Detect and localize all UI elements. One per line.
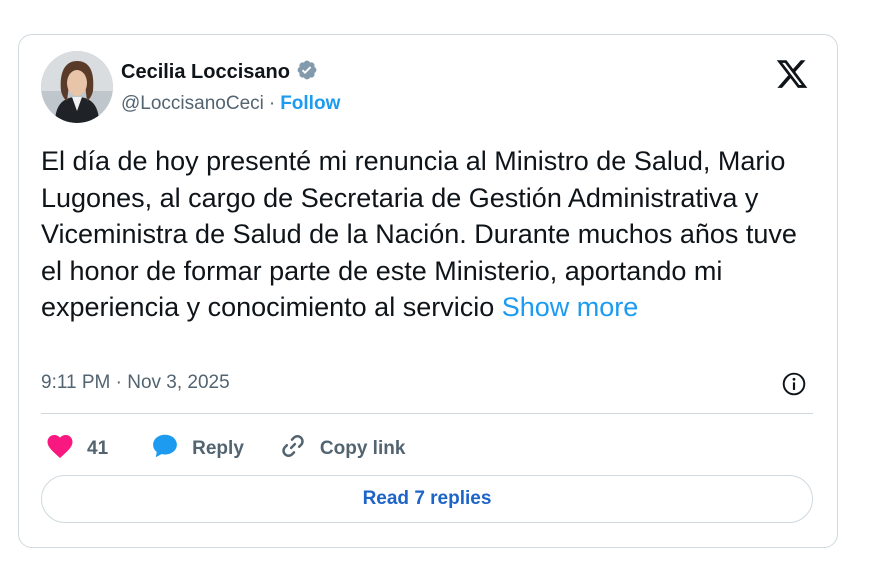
copy-link-button[interactable]: Copy link (278, 431, 406, 467)
avatar[interactable] (41, 51, 113, 123)
separator-dot: · (268, 93, 276, 114)
author-handle[interactable]: @LoccisanoCeci (121, 93, 264, 115)
reply-label: Reply (192, 438, 244, 459)
reply-button[interactable]: Reply (150, 431, 244, 467)
copy-link-label: Copy link (319, 438, 406, 459)
tweet-text: El día de hoy presenté mi renuncia al Mi… (41, 143, 821, 326)
read-replies-button[interactable]: Read 7 replies (41, 475, 813, 523)
like-button[interactable]: 41 (45, 431, 108, 467)
heart-icon (45, 431, 75, 467)
like-count: 41 (87, 438, 109, 459)
divider (41, 413, 813, 414)
author-name-row: Cecilia Loccisano (121, 59, 318, 86)
read-replies-label: Read 7 replies (362, 488, 492, 509)
verified-badge-icon (296, 59, 318, 86)
show-more-link[interactable]: Show more (502, 292, 639, 322)
follow-button[interactable]: Follow (280, 93, 340, 115)
tweet-body: El día de hoy presenté mi renuncia al Mi… (41, 146, 797, 323)
author-handle-row: @LoccisanoCeci · Follow (121, 93, 340, 115)
author-name[interactable]: Cecilia Loccisano (121, 61, 290, 84)
action-bar: 41 Reply Copy link (45, 431, 405, 467)
speech-bubble-icon (150, 431, 180, 467)
avatar-image (41, 51, 113, 123)
tweet-timestamp[interactable]: 9:11 PM · Nov 3, 2025 (41, 372, 230, 394)
link-icon (278, 431, 308, 467)
tweet-card: Cecilia Loccisano @LoccisanoCeci · Follo… (18, 34, 838, 548)
